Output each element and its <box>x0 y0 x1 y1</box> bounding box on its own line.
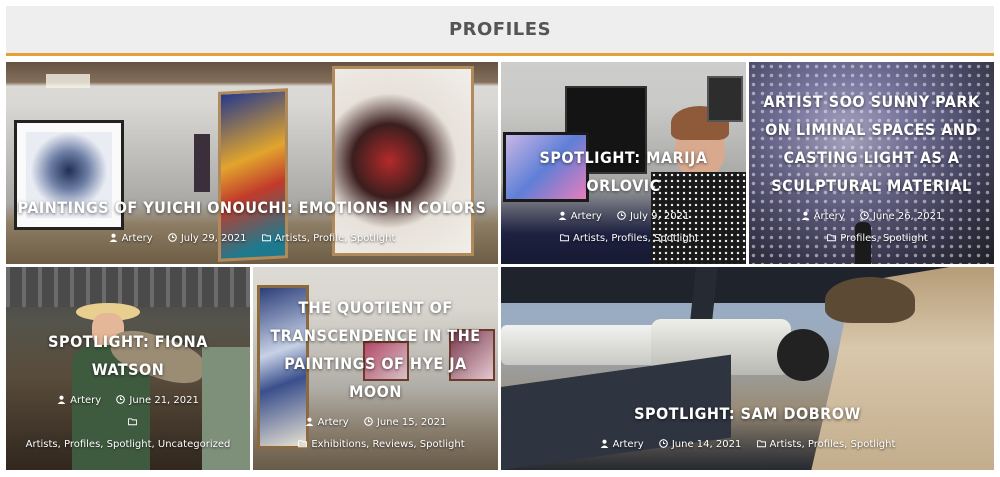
post-content: SPOTLIGHT: FIONA WATSON Artery June 21, … <box>6 328 250 470</box>
user-icon <box>109 233 117 242</box>
user-icon <box>305 417 313 426</box>
user-icon <box>801 211 809 220</box>
folder-icon <box>127 418 137 426</box>
post-author[interactable]: Artery <box>613 434 644 456</box>
post-title[interactable]: SPOTLIGHT: FIONA WATSON <box>14 328 242 384</box>
post-meta: Artery June 14, 2021 Artists, Profiles, … <box>509 434 986 456</box>
post-meta: Artery June 15, 2021 Exhibitions, Review… <box>261 412 490 456</box>
folder-icon <box>756 440 766 448</box>
post-categories[interactable]: Artists, Profile, Spotlight <box>275 228 396 250</box>
user-icon <box>558 211 566 220</box>
post-categories[interactable]: Profiles, Spotlight <box>840 228 928 250</box>
post-content: THE QUOTIENT OF TRANSCENDENCE IN THE PAI… <box>253 294 498 470</box>
folder-icon <box>560 234 569 242</box>
post-categories[interactable]: Artists, Profiles, Spotlight <box>573 228 699 250</box>
post-meta: Artery June 26, 2021 Profiles, Spotlight <box>757 206 986 250</box>
user-icon <box>57 395 66 404</box>
clock-icon <box>617 211 626 220</box>
post-date[interactable]: June 15, 2021 <box>377 412 447 434</box>
post-author[interactable]: Artery <box>70 390 101 412</box>
post-date[interactable]: June 14, 2021 <box>672 434 742 456</box>
post-categories[interactable]: Artists, Profiles, Spotlight <box>770 434 896 456</box>
post-author[interactable]: Artery <box>122 228 153 250</box>
clock-icon <box>658 439 668 448</box>
folder-icon <box>261 234 271 242</box>
clock-icon <box>364 417 373 426</box>
post-content: PAINTINGS OF YUICHI ONOUCHI: EMOTIONS IN… <box>6 194 498 264</box>
folder-icon <box>827 234 837 242</box>
post-meta: Artery June 21, 2021 Artists, Profiles, … <box>14 390 242 456</box>
post-author[interactable]: Artery <box>814 206 845 228</box>
post-title[interactable]: PAINTINGS OF YUICHI ONOUCHI: EMOTIONS IN… <box>14 194 490 222</box>
section-title: PROFILES <box>448 19 552 40</box>
post-content: SPOTLIGHT: MARIJA ORLOVIC Artery July 9,… <box>501 144 746 264</box>
post-date[interactable]: June 26, 2021 <box>873 206 943 228</box>
post-content: SPOTLIGHT: SAM DOBROW Artery June 14, 20… <box>501 400 994 470</box>
post-card[interactable]: THE QUOTIENT OF TRANSCENDENCE IN THE PAI… <box>253 267 498 470</box>
post-title[interactable]: SPOTLIGHT: SAM DOBROW <box>509 400 986 428</box>
post-date[interactable]: July 29, 2021 <box>181 228 247 250</box>
post-card[interactable]: SPOTLIGHT: MARIJA ORLOVIC Artery July 9,… <box>501 62 746 264</box>
post-categories[interactable]: Exhibitions, Reviews, Spotlight <box>311 434 464 456</box>
post-content: ARTIST SOO SUNNY PARK ON LIMINAL SPACES … <box>749 88 994 264</box>
post-card[interactable]: PAINTINGS OF YUICHI ONOUCHI: EMOTIONS IN… <box>6 62 498 264</box>
clock-icon <box>116 395 126 404</box>
post-card[interactable]: ARTIST SOO SUNNY PARK ON LIMINAL SPACES … <box>749 62 994 264</box>
post-card[interactable]: SPOTLIGHT: SAM DOBROW Artery June 14, 20… <box>501 267 994 470</box>
clock-icon <box>860 211 869 220</box>
post-categories[interactable]: Artists, Profiles, Spotlight, Uncategori… <box>26 434 231 456</box>
post-author[interactable]: Artery <box>571 206 602 228</box>
post-card[interactable]: SPOTLIGHT: FIONA WATSON Artery June 21, … <box>6 267 250 470</box>
user-icon <box>600 439 608 448</box>
post-author[interactable]: Artery <box>318 412 349 434</box>
post-date[interactable]: July 9, 2021 <box>630 206 689 228</box>
post-title[interactable]: ARTIST SOO SUNNY PARK ON LIMINAL SPACES … <box>757 88 986 200</box>
section-header: PROFILES <box>6 6 994 56</box>
clock-icon <box>168 233 177 242</box>
folder-icon <box>298 440 308 448</box>
post-title[interactable]: THE QUOTIENT OF TRANSCENDENCE IN THE PAI… <box>261 294 490 406</box>
post-title[interactable]: SPOTLIGHT: MARIJA ORLOVIC <box>509 144 738 200</box>
post-meta: Artery July 29, 2021 Artists, Profile, S… <box>14 228 490 250</box>
post-meta: Artery July 9, 2021 Artists, Profiles, S… <box>509 206 738 250</box>
post-date[interactable]: June 21, 2021 <box>129 390 199 412</box>
